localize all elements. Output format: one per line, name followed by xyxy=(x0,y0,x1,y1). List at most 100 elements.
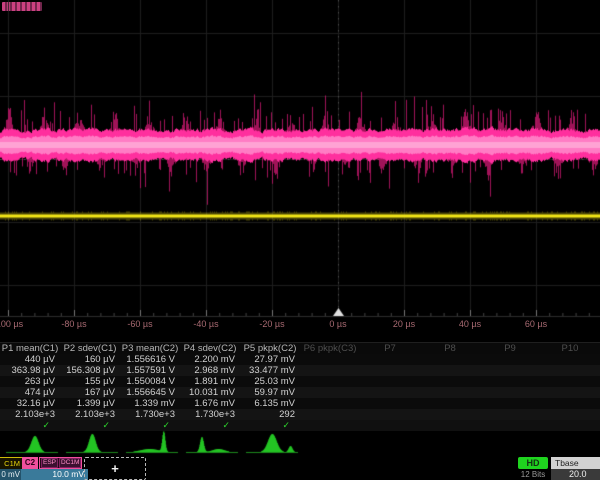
measure-cell: 167 µV xyxy=(60,387,120,398)
measure-cell: 1.339 mV xyxy=(120,398,180,409)
param-header-5[interactable]: P5 pkpk(C2) xyxy=(240,343,300,354)
measure-row: 2.103e+32.103e+31.730e+31.730e+3292 xyxy=(0,409,600,420)
measure-cell xyxy=(300,398,360,409)
measure-cell xyxy=(480,376,540,387)
measure-cell: 32.16 µV xyxy=(0,398,60,409)
time-axis-label: 20 µs xyxy=(371,319,437,329)
channel-c2-tab[interactable]: C2 xyxy=(22,457,38,469)
measure-cell: 363.98 µV xyxy=(0,365,60,376)
measure-cell xyxy=(360,354,420,365)
measure-cell: 263 µV xyxy=(0,376,60,387)
measure-row: 440 µV160 µV1.556616 V2.200 mV27.97 mV xyxy=(0,354,600,365)
measure-cell xyxy=(540,387,600,398)
waveform-display[interactable] xyxy=(0,0,600,332)
measure-cell xyxy=(300,409,360,420)
param-header-10[interactable]: P10 xyxy=(540,343,600,354)
measure-cell: 155 µV xyxy=(60,376,120,387)
measure-cell: 160 µV xyxy=(60,354,120,365)
measure-cell: 1.730e+3 xyxy=(180,409,240,420)
measure-cell: 2.200 mV xyxy=(180,354,240,365)
measure-cell xyxy=(540,409,600,420)
histogram-row[interactable] xyxy=(0,428,600,456)
time-axis-label: 40 µs xyxy=(437,319,503,329)
channel-c2-value: 10.0 mV xyxy=(21,469,88,480)
measure-cell: 1.556645 V xyxy=(120,387,180,398)
measure-cell: 1.550084 V xyxy=(120,376,180,387)
channel-c2-descriptor[interactable]: ESP DC1M xyxy=(39,457,82,469)
param-header-3[interactable]: P3 mean(C2) xyxy=(120,343,180,354)
bottom-status-bar: C1M 0 mV 10.0 mV C2 ESP DC1M + HD 12 Bit… xyxy=(0,457,600,480)
measure-cell xyxy=(540,365,600,376)
measure-cell xyxy=(300,354,360,365)
measure-cell xyxy=(420,387,480,398)
measure-cell xyxy=(300,387,360,398)
measure-cell xyxy=(420,398,480,409)
param-header-1[interactable]: P1 mean(C1) xyxy=(0,343,60,354)
time-axis-label: -80 µs xyxy=(41,319,107,329)
timebase-descriptor[interactable]: Tbase xyxy=(551,457,600,469)
measure-cell: 156.308 µV xyxy=(60,365,120,376)
param-header-7[interactable]: P7 xyxy=(360,343,420,354)
c2-coupling-badge: DC1M xyxy=(59,458,81,468)
measure-cell xyxy=(480,354,540,365)
measure-cell xyxy=(540,376,600,387)
measure-cell: 25.03 mV xyxy=(240,376,300,387)
measure-cell xyxy=(360,409,420,420)
time-axis-label: -100 µs xyxy=(0,319,41,329)
measure-cell xyxy=(420,376,480,387)
measure-cell: 1.676 mV xyxy=(180,398,240,409)
measure-cell: 1.556616 V xyxy=(120,354,180,365)
measure-cell: 33.477 mV xyxy=(240,365,300,376)
measure-cell xyxy=(480,409,540,420)
measure-cell xyxy=(540,354,600,365)
measurement-table: P1 mean(C1)P2 sdev(C1)P3 mean(C2)P4 sdev… xyxy=(0,342,600,431)
measure-row: 474 µV167 µV1.556645 V10.031 mV59.97 mV xyxy=(0,387,600,398)
add-trace-box[interactable]: + xyxy=(84,457,146,480)
hd-mode-badge: HD xyxy=(518,457,548,469)
measure-cell xyxy=(480,398,540,409)
time-axis-label: -40 µs xyxy=(173,319,239,329)
measure-cell xyxy=(300,376,360,387)
time-axis-label: 0 µs xyxy=(305,319,371,329)
measure-cell xyxy=(420,409,480,420)
measure-cell: 2.103e+3 xyxy=(0,409,60,420)
measure-cell: 1.557591 V xyxy=(120,365,180,376)
measure-cell: 1.730e+3 xyxy=(120,409,180,420)
oscilloscope-screen: -100 µs-80 µs-60 µs-40 µs-20 µs0 µs20 µs… xyxy=(0,0,600,480)
time-axis-label: 60 µs xyxy=(503,319,569,329)
timebase-value: 20.0 xyxy=(551,469,600,480)
time-axis-label: -20 µs xyxy=(239,319,305,329)
measure-cell xyxy=(420,365,480,376)
measure-cell: 10.031 mV xyxy=(180,387,240,398)
measure-cell xyxy=(360,365,420,376)
param-header-4[interactable]: P4 sdev(C2) xyxy=(180,343,240,354)
measure-cell xyxy=(360,387,420,398)
measure-cell: 2.103e+3 xyxy=(60,409,120,420)
measure-cell xyxy=(480,387,540,398)
measure-cell: 1.891 mV xyxy=(180,376,240,387)
c2-esp-badge: ESP xyxy=(41,458,58,468)
param-header-9[interactable]: P9 xyxy=(480,343,540,354)
measure-cell: 440 µV xyxy=(0,354,60,365)
measure-cell xyxy=(420,354,480,365)
measure-cell: 474 µV xyxy=(0,387,60,398)
measure-cell: 27.97 mV xyxy=(240,354,300,365)
measure-cell: 292 xyxy=(240,409,300,420)
measure-cell: 59.97 mV xyxy=(240,387,300,398)
hd-bits-label: 12 Bits xyxy=(510,470,556,479)
param-header-8[interactable]: P8 xyxy=(420,343,480,354)
measure-cell: 6.135 mV xyxy=(240,398,300,409)
measure-cell: 1.399 µV xyxy=(60,398,120,409)
measure-cell: 2.968 mV xyxy=(180,365,240,376)
measure-cell xyxy=(300,365,360,376)
time-axis: -100 µs-80 µs-60 µs-40 µs-20 µs0 µs20 µs… xyxy=(0,319,600,331)
channel-c1-value: 0 mV xyxy=(0,469,22,480)
param-header-2[interactable]: P2 sdev(C1) xyxy=(60,343,120,354)
measure-row: 32.16 µV1.399 µV1.339 mV1.676 mV6.135 mV xyxy=(0,398,600,409)
measure-cell xyxy=(360,398,420,409)
param-header-6[interactable]: P6 pkpk(C3) xyxy=(300,343,360,354)
measure-row: 263 µV155 µV1.550084 V1.891 mV25.03 mV xyxy=(0,376,600,387)
measure-row: 363.98 µV156.308 µV1.557591 V2.968 mV33.… xyxy=(0,365,600,376)
measure-cell xyxy=(360,376,420,387)
time-axis-label: -60 µs xyxy=(107,319,173,329)
